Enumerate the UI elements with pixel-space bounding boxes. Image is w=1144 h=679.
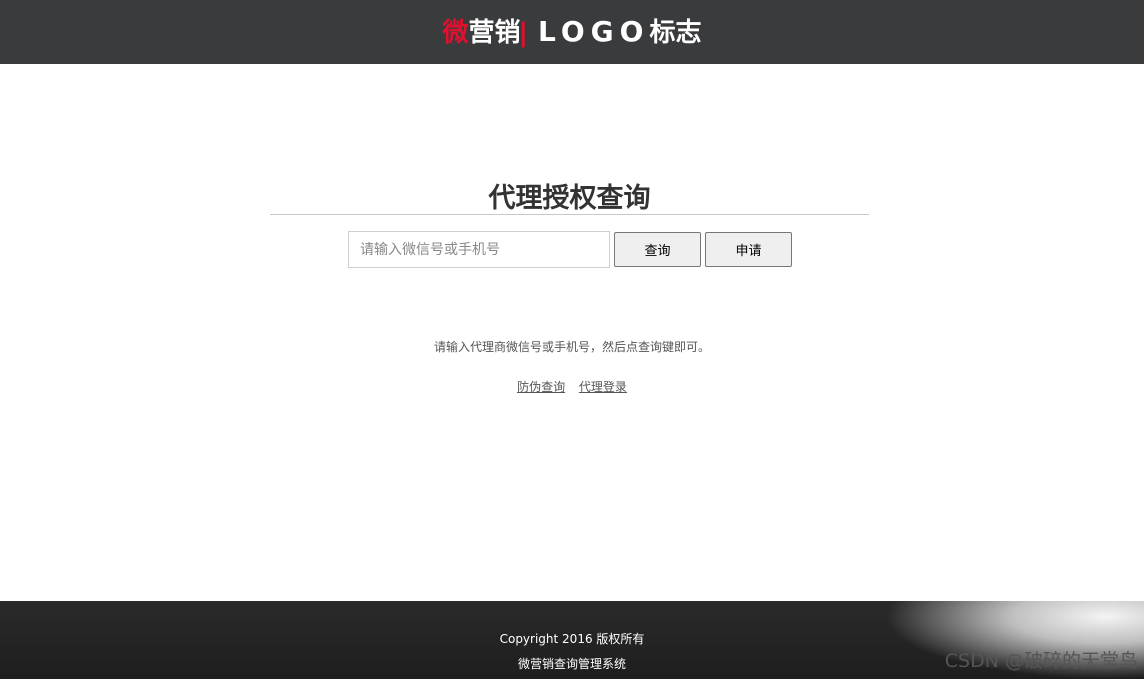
logo-latin-text: LOGO <box>538 15 650 48</box>
agent-login-link[interactable]: 代理登录 <box>579 380 627 394</box>
anti-fake-query-link[interactable]: 防伪查询 <box>517 380 565 394</box>
page-title: 代理授权查询 <box>488 183 651 214</box>
logo-brand-text: 营销 <box>468 18 521 48</box>
logo-separator: | <box>518 18 529 48</box>
query-button[interactable]: 查询 <box>614 232 701 267</box>
watermark-text: CSDN @破碎的天堂鸟 <box>944 650 1138 672</box>
page-header: 微营销| LOGO标志 <box>0 0 1144 64</box>
copyright-text: Copyright 2016 版权所有 <box>499 632 645 646</box>
footer-links: 防伪查询 代理登录 <box>0 378 1144 395</box>
apply-button[interactable]: 申请 <box>705 232 792 267</box>
site-logo: 微营销| LOGO标志 <box>0 12 1144 52</box>
logo-suffix-text: 标志 <box>649 18 702 48</box>
title-divider <box>270 214 869 215</box>
search-input[interactable] <box>348 231 610 268</box>
instruction-text: 请输入代理商微信号或手机号，然后点查询键即可。 <box>433 340 710 354</box>
logo-mark-char: 微 <box>442 18 469 48</box>
